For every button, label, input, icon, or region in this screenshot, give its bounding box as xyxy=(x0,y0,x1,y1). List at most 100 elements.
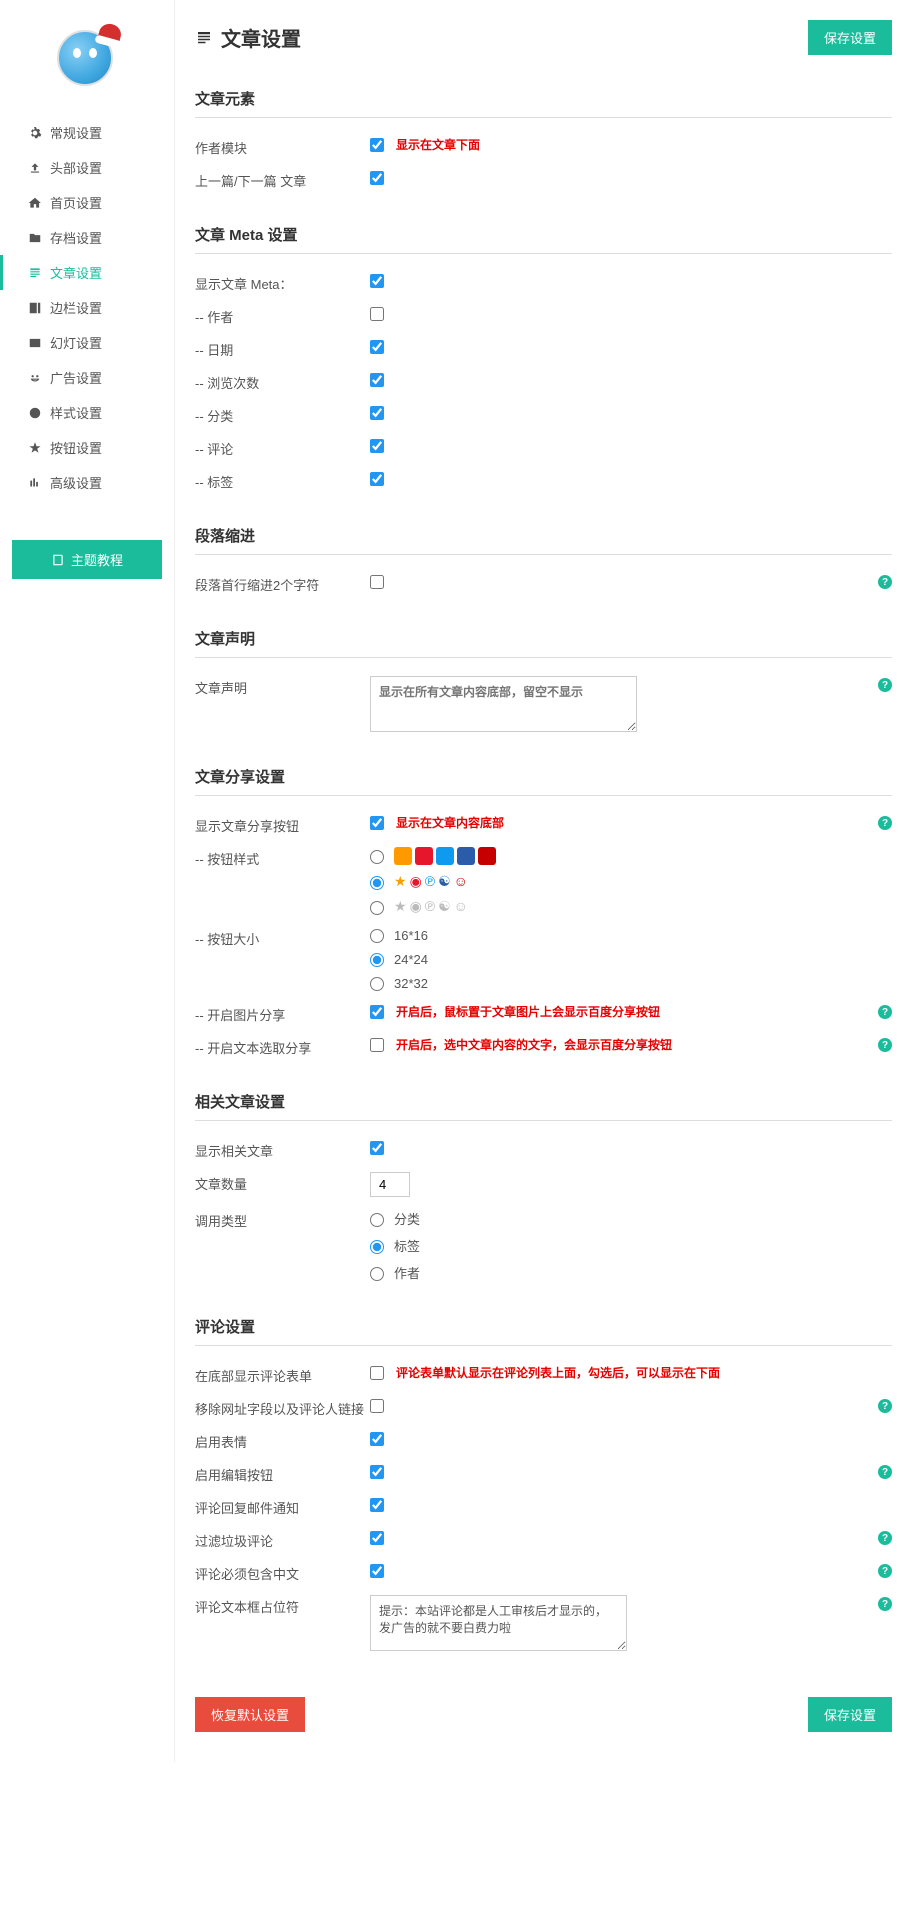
label-indent: 段落首行缩进2个字符 xyxy=(195,573,370,594)
checkbox-meta-category[interactable] xyxy=(370,406,384,420)
label-placeholder: 评论文本框占位符 xyxy=(195,1595,370,1616)
document-icon xyxy=(28,266,42,280)
checkbox-form-pos[interactable] xyxy=(370,1366,384,1380)
checkbox-meta-show[interactable] xyxy=(370,274,384,288)
sidebar-item-home[interactable]: 首页设置 xyxy=(0,185,174,220)
label-remove-url: 移除网址字段以及评论人链接 xyxy=(195,1397,370,1418)
label-meta-date: -- 日期 xyxy=(195,338,370,359)
label-related-type: 调用类型 xyxy=(195,1209,370,1230)
radio-size-32[interactable] xyxy=(370,977,384,991)
field-label-prevnext: 上一篇/下一篇 文章 xyxy=(195,169,370,190)
help-icon[interactable]: ? xyxy=(878,1399,892,1413)
folder-icon xyxy=(28,231,42,245)
sidebar-item-button[interactable]: 按钮设置 xyxy=(0,430,174,465)
checkbox-meta-date[interactable] xyxy=(370,340,384,354)
help-icon[interactable]: ? xyxy=(878,816,892,830)
smile-icon xyxy=(28,371,42,385)
sidebar-item-archive[interactable]: 存档设置 xyxy=(0,220,174,255)
image-icon xyxy=(28,336,42,350)
checkbox-chinese[interactable] xyxy=(370,1564,384,1578)
checkbox-remove-url[interactable] xyxy=(370,1399,384,1413)
sidebar-item-article[interactable]: 文章设置 xyxy=(0,255,174,290)
reset-button[interactable]: 恢复默认设置 xyxy=(195,1697,305,1732)
save-button-bottom[interactable]: 保存设置 xyxy=(808,1697,892,1732)
sidebar-item-label: 常规设置 xyxy=(50,123,102,142)
sidebar-item-label: 按钮设置 xyxy=(50,438,102,457)
section-statement: 文章声明 文章声明 ? xyxy=(195,620,892,738)
sidebar-item-general[interactable]: 常规设置 xyxy=(0,115,174,150)
sidebar-item-label: 幻灯设置 xyxy=(50,333,102,352)
help-icon[interactable]: ? xyxy=(878,1038,892,1052)
radio-type-cat[interactable] xyxy=(370,1213,384,1227)
checkbox-text-share[interactable] xyxy=(370,1038,384,1052)
save-button-top[interactable]: 保存设置 xyxy=(808,20,892,55)
book-icon xyxy=(51,553,65,567)
checkbox-indent[interactable] xyxy=(370,575,384,589)
input-related-count[interactable] xyxy=(370,1172,410,1197)
checkbox-related-show[interactable] xyxy=(370,1141,384,1155)
radio-size-24[interactable] xyxy=(370,953,384,967)
help-icon[interactable]: ? xyxy=(878,678,892,692)
radio-type-author[interactable] xyxy=(370,1267,384,1281)
radio-type-tag[interactable] xyxy=(370,1240,384,1254)
radio-style-1[interactable] xyxy=(370,850,384,864)
sidebar-item-label: 高级设置 xyxy=(50,473,102,492)
sidebar-item-header[interactable]: 头部设置 xyxy=(0,150,174,185)
page-header: 文章设置 保存设置 xyxy=(195,20,892,55)
label-meta-author: -- 作者 xyxy=(195,305,370,326)
checkbox-meta-comments[interactable] xyxy=(370,439,384,453)
radio-style-2[interactable] xyxy=(370,876,384,890)
label-btn-style: -- 按钮样式 xyxy=(195,847,370,868)
sidebar-item-ads[interactable]: 广告设置 xyxy=(0,360,174,395)
share-icons-color: ★◉℗☯☺ xyxy=(394,873,468,890)
section-related: 相关文章设置 显示相关文章 文章数量 调用类型 分类 标签 作者 xyxy=(195,1083,892,1288)
checkbox-meta-author[interactable] xyxy=(370,307,384,321)
help-icon[interactable]: ? xyxy=(878,1465,892,1479)
layout-icon xyxy=(28,301,42,315)
radio-style-3[interactable] xyxy=(370,901,384,915)
checkbox-author-module[interactable] xyxy=(370,138,384,152)
checkbox-share-show[interactable] xyxy=(370,816,384,830)
sidebar-item-advanced[interactable]: 高级设置 xyxy=(0,465,174,500)
help-icon[interactable]: ? xyxy=(878,575,892,589)
checkbox-edit-btn[interactable] xyxy=(370,1465,384,1479)
checkbox-emoji[interactable] xyxy=(370,1432,384,1446)
upload-icon xyxy=(28,161,42,175)
tutorial-label: 主题教程 xyxy=(71,550,123,569)
label-meta-comments: -- 评论 xyxy=(195,437,370,458)
help-icon[interactable]: ? xyxy=(878,1564,892,1578)
sidebar-item-style[interactable]: 样式设置 xyxy=(0,395,174,430)
textarea-statement[interactable] xyxy=(370,676,637,732)
textarea-comment-placeholder[interactable]: 提示：本站评论都是人工审核后才显示的，发广告的就不要白费力啦 xyxy=(370,1595,627,1651)
checkbox-prevnext[interactable] xyxy=(370,171,384,185)
help-icon[interactable]: ? xyxy=(878,1531,892,1545)
section-title: 文章 Meta 设置 xyxy=(195,216,892,254)
section-elements: 文章元素 作者模块 显示在文章下面 上一篇/下一篇 文章 xyxy=(195,80,892,196)
label-chinese: 评论必须包含中文 xyxy=(195,1562,370,1583)
sidebar-item-label: 文章设置 xyxy=(50,263,102,282)
checkbox-meta-views[interactable] xyxy=(370,373,384,387)
sidebar-item-sidebar[interactable]: 边栏设置 xyxy=(0,290,174,325)
sidebar-item-label: 样式设置 xyxy=(50,403,102,422)
chart-icon xyxy=(28,476,42,490)
checkbox-meta-tags[interactable] xyxy=(370,472,384,486)
gear-icon xyxy=(28,126,42,140)
label-text-share: -- 开启文本选取分享 xyxy=(195,1036,370,1057)
label-edit-btn: 启用编辑按钮 xyxy=(195,1463,370,1484)
label-form-pos: 在底部显示评论表单 xyxy=(195,1364,370,1385)
radio-size-16[interactable] xyxy=(370,929,384,943)
hint-img-share: 开启后，鼠标置于文章图片上会显示百度分享按钮 xyxy=(396,1003,660,1020)
help-icon[interactable]: ? xyxy=(878,1005,892,1019)
checkbox-email-notify[interactable] xyxy=(370,1498,384,1512)
label-btn-size: -- 按钮大小 xyxy=(195,927,370,948)
section-indent: 段落缩进 段落首行缩进2个字符 ? xyxy=(195,517,892,600)
section-comment: 评论设置 在底部显示评论表单 评论表单默认显示在评论列表上面，勾选后，可以显示在… xyxy=(195,1308,892,1657)
checkbox-img-share[interactable] xyxy=(370,1005,384,1019)
section-title: 相关文章设置 xyxy=(195,1083,892,1121)
help-icon[interactable]: ? xyxy=(878,1597,892,1611)
label-related-count: 文章数量 xyxy=(195,1172,370,1193)
sidebar-item-slider[interactable]: 幻灯设置 xyxy=(0,325,174,360)
main-content: 文章设置 保存设置 文章元素 作者模块 显示在文章下面 上一篇/下一篇 文章 xyxy=(175,0,912,1762)
checkbox-spam[interactable] xyxy=(370,1531,384,1545)
tutorial-button[interactable]: 主题教程 xyxy=(12,540,162,579)
